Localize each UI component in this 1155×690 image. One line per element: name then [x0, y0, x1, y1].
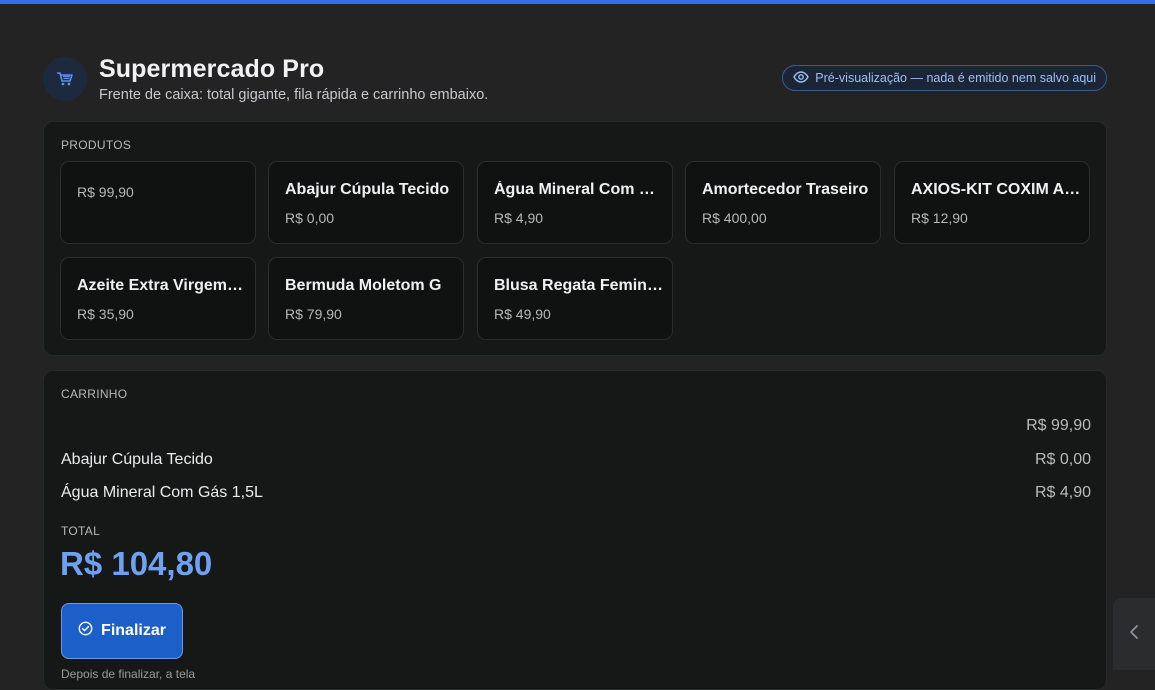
check-circle-icon: [78, 621, 93, 641]
product-name: Bermuda Moletom G: [285, 277, 442, 294]
preview-badge-text: Pré-visualização — nada é emitido nem sa…: [815, 71, 1096, 85]
app-subtitle: Frente de caixa: total gigante, fila ráp…: [99, 87, 489, 103]
product-card[interactable]: Água Mineral Com Gás 1,5L R$ 4,90: [477, 161, 673, 244]
cart-item-price: R$ 99,90: [1026, 417, 1091, 434]
product-name: Amortecedor Traseiro: [702, 181, 869, 198]
cart-icon: [43, 57, 87, 101]
products-label: PRODUTOS: [61, 138, 132, 152]
product-price: R$ 79,90: [285, 306, 342, 322]
product-card[interactable]: Bermuda Moletom G R$ 79,90: [268, 257, 464, 340]
product-name: Abajur Cúpula Tecido: [285, 181, 450, 198]
product-card[interactable]: Azeite Extra Virgem 500ml R$ 35,90: [60, 257, 256, 340]
product-name: Azeite Extra Virgem 500ml: [77, 277, 247, 294]
collapse-handle[interactable]: [1113, 598, 1155, 670]
product-card[interactable]: AXIOS-KIT COXIM AMORTECEDOR R$ 12,90: [894, 161, 1090, 244]
top-accent-bar: [0, 0, 1155, 4]
total-value: R$ 104,80: [60, 545, 213, 582]
product-price: R$ 49,90: [494, 306, 551, 322]
eye-icon: [793, 70, 810, 86]
total-label: TOTAL: [61, 524, 101, 538]
product-price: R$ 35,90: [77, 306, 134, 322]
product-card[interactable]: Amortecedor Traseiro R$ 400,00: [685, 161, 881, 244]
cart-item-name: Água Mineral Com Gás 1,5L: [61, 484, 263, 501]
cart-label: CARRINHO: [61, 387, 128, 401]
product-name: Água Mineral Com Gás 1,5L: [494, 181, 664, 198]
app-title: Supermercado Pro: [99, 55, 325, 83]
products-panel: PRODUTOS R$ 99,90 Abajur Cúpula Tecido R…: [43, 121, 1107, 356]
preview-badge: Pré-visualização — nada é emitido nem sa…: [782, 65, 1107, 91]
product-price: R$ 0,00: [285, 210, 335, 226]
cart-item: Abajur Cúpula Tecido R$ 0,00: [61, 451, 1091, 473]
product-price: R$ 99,90: [77, 184, 134, 200]
cart-item: Água Mineral Com Gás 1,5L R$ 4,90: [61, 484, 1091, 506]
chevron-left-icon: [1129, 624, 1139, 645]
cart-panel: CARRINHO R$ 99,90 Abajur Cúpula Tecido R…: [43, 370, 1107, 690]
product-card[interactable]: Blusa Regata Feminina R$ 49,90: [477, 257, 673, 340]
app-header: Supermercado Pro Frente de caixa: total …: [43, 55, 1107, 105]
cart-item-price: R$ 0,00: [1034, 451, 1091, 468]
product-name: AXIOS-KIT COXIM AMORTECEDOR: [911, 181, 1081, 198]
product-price: R$ 400,00: [702, 210, 767, 226]
finalize-note: Depois de finalizar, a tela: [61, 667, 196, 681]
product-name: Blusa Regata Feminina: [494, 277, 664, 294]
product-card[interactable]: Abajur Cúpula Tecido R$ 0,00: [268, 161, 464, 244]
finalize-button[interactable]: Finalizar: [61, 603, 183, 659]
product-price: R$ 12,90: [911, 210, 968, 226]
cart-item-price: R$ 4,90: [1034, 484, 1091, 501]
product-price: R$ 4,90: [494, 210, 544, 226]
product-card[interactable]: R$ 99,90: [60, 161, 256, 244]
cart-item-name: Abajur Cúpula Tecido: [61, 451, 213, 468]
finalize-label: Finalizar: [101, 622, 166, 639]
cart-item: R$ 99,90: [61, 417, 1091, 439]
